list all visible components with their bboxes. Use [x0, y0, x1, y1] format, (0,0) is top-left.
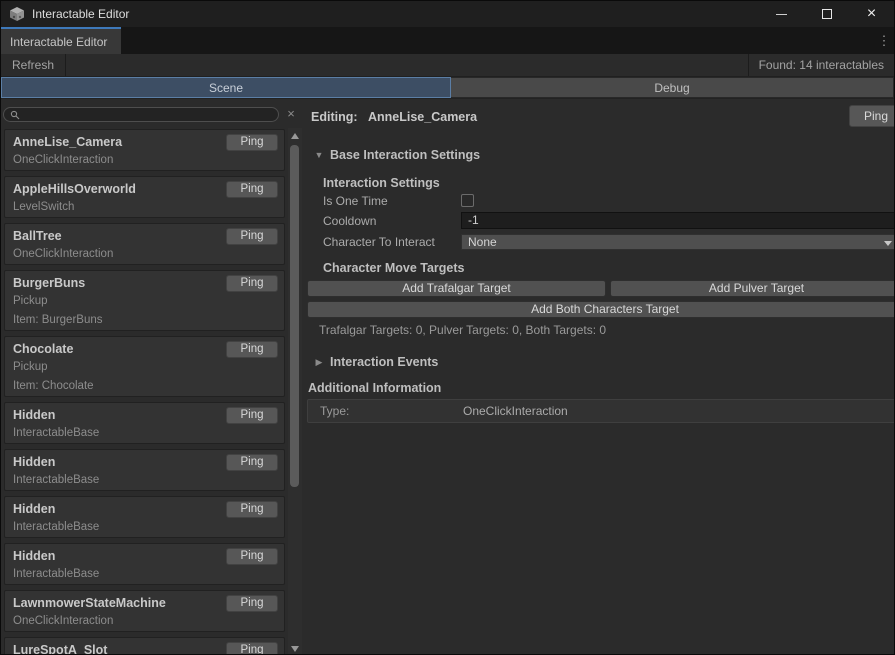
is-one-time-label: Is One Time — [323, 194, 388, 208]
cooldown-label: Cooldown — [323, 214, 376, 228]
list-item-ping-button[interactable]: Ping — [226, 228, 278, 245]
list-item-subtitle: InteractableBase — [13, 424, 276, 443]
targets-summary: Trafalgar Targets: 0, Pulver Targets: 0,… — [319, 323, 606, 337]
list-item-subtitle: OneClickInteraction — [13, 151, 276, 170]
list-item-ping-button[interactable]: Ping — [226, 501, 278, 518]
character-to-interact-label: Character To Interact — [323, 235, 435, 249]
cooldown-field[interactable]: -1 — [461, 212, 895, 229]
is-one-time-checkbox[interactable] — [461, 194, 474, 207]
list-item[interactable]: BallTree Ping OneClickInteraction — [4, 223, 285, 265]
editing-ping-button[interactable]: Ping — [849, 105, 895, 127]
close-button[interactable]: × — [849, 1, 894, 27]
window-controls: × — [759, 1, 894, 27]
foldout-open-icon: ▼ — [314, 150, 324, 160]
list-item-ping-button[interactable]: Ping — [226, 181, 278, 198]
add-trafalgar-target-button[interactable]: Add Trafalgar Target — [307, 280, 606, 297]
tab-label: Interactable Editor — [10, 35, 107, 49]
list-item-ping-button[interactable]: Ping — [226, 642, 278, 655]
maximize-icon — [822, 9, 832, 19]
interactable-list: AnneLise_Camera Ping OneClickInteraction… — [1, 128, 287, 655]
tab-menu-kebab-icon[interactable]: ⋮ — [877, 32, 891, 50]
editor-tab-strip: Interactable Editor ⋮ — [1, 27, 894, 54]
list-item[interactable]: LureSpotA_Slot Ping OneClickInteraction — [4, 637, 285, 655]
list-scrollbar[interactable] — [288, 128, 302, 655]
list-item-ping-button[interactable]: Ping — [226, 454, 278, 471]
scene-list-panel: × AnneLise_Camera Ping OneClickInteracti… — [1, 99, 303, 655]
list-item[interactable]: Hidden Ping InteractableBase — [4, 496, 285, 538]
editing-object-name: AnneLise_Camera — [368, 108, 477, 126]
list-item-subtitle: Item: Chocolate — [13, 377, 276, 396]
list-item-subtitle: Pickup — [13, 292, 276, 311]
type-value: OneClickInteraction — [463, 404, 568, 418]
minimize-icon — [776, 14, 787, 15]
found-count-label: Found: 14 interactables — [749, 54, 894, 76]
tab-debug[interactable]: Debug — [451, 77, 894, 98]
tab-interactable-editor[interactable]: Interactable Editor — [1, 27, 121, 54]
list-item-subtitle: Pickup — [13, 358, 276, 377]
window-title: Interactable Editor — [32, 7, 129, 21]
list-item[interactable]: Chocolate Ping PickupItem: Chocolate — [4, 336, 285, 397]
list-item[interactable]: LawnmowerStateMachine Ping OneClickInter… — [4, 590, 285, 632]
interaction-settings-header: Interaction Settings — [323, 176, 440, 190]
scrollbar-thumb[interactable] — [290, 145, 299, 487]
interaction-events-foldout[interactable]: ▶ Interaction Events — [314, 355, 438, 369]
toolbar: Refresh Found: 14 interactables — [1, 54, 894, 77]
app-cube-icon — [9, 6, 25, 22]
list-item-subtitle: OneClickInteraction — [13, 612, 276, 631]
character-move-targets-header: Character Move Targets — [323, 261, 465, 275]
list-item-subtitle: InteractableBase — [13, 565, 276, 584]
list-item-subtitle: OneClickInteraction — [13, 245, 276, 264]
type-info-box: Type: OneClickInteraction — [307, 399, 895, 423]
list-item[interactable]: AnneLise_Camera Ping OneClickInteraction — [4, 129, 285, 171]
search-input[interactable] — [20, 109, 278, 121]
list-item-subtitle: LevelSwitch — [13, 198, 276, 217]
list-item-subtitle: InteractableBase — [13, 471, 276, 490]
type-label: Type: — [320, 404, 349, 418]
scroll-up-icon[interactable] — [291, 133, 299, 139]
title-bar: Interactable Editor × — [1, 1, 894, 27]
list-item[interactable]: BurgerBuns Ping PickupItem: BurgerBuns — [4, 270, 285, 331]
search-icon — [10, 110, 20, 120]
list-item-subtitle: Item: BurgerBuns — [13, 311, 276, 330]
search-clear-icon[interactable]: × — [283, 106, 299, 122]
editing-panel: Editing: AnneLise_Camera Ping ▼ Base Int… — [303, 99, 895, 655]
list-item-ping-button[interactable]: Ping — [226, 341, 278, 358]
minimize-button[interactable] — [759, 1, 804, 27]
list-item[interactable]: Hidden Ping InteractableBase — [4, 449, 285, 491]
character-to-interact-dropdown[interactable]: None — [461, 234, 895, 250]
dropdown-value: None — [468, 235, 497, 249]
search-box[interactable] — [3, 107, 279, 122]
list-item[interactable]: AppleHillsOverworld Ping LevelSwitch — [4, 176, 285, 218]
scroll-down-icon[interactable] — [291, 646, 299, 652]
editing-label: Editing: — [311, 108, 358, 126]
list-item-ping-button[interactable]: Ping — [226, 407, 278, 424]
foldout-closed-icon: ▶ — [314, 357, 324, 368]
search-row: × — [1, 99, 303, 128]
body: × AnneLise_Camera Ping OneClickInteracti… — [1, 99, 894, 655]
base-interaction-foldout[interactable]: ▼ Base Interaction Settings — [314, 148, 480, 162]
additional-information-header: Additional Information — [308, 381, 441, 395]
chevron-down-icon — [884, 241, 892, 246]
list-item[interactable]: Hidden Ping InteractableBase — [4, 402, 285, 444]
toolbar-spacer — [66, 54, 748, 76]
list-item[interactable]: Hidden Ping InteractableBase — [4, 543, 285, 585]
interactable-editor-window: Interactable Editor × Interactable Edito… — [0, 0, 895, 655]
list-item-ping-button[interactable]: Ping — [226, 548, 278, 565]
list-item-ping-button[interactable]: Ping — [226, 595, 278, 612]
close-icon: × — [867, 6, 876, 22]
list-item-ping-button[interactable]: Ping — [226, 275, 278, 292]
view-tabs: Scene Debug — [1, 77, 894, 99]
maximize-button[interactable] — [804, 1, 849, 27]
add-pulver-target-button[interactable]: Add Pulver Target — [610, 280, 895, 297]
tab-scene[interactable]: Scene — [1, 77, 451, 98]
add-both-characters-target-button[interactable]: Add Both Characters Target — [307, 301, 895, 318]
list-item-subtitle: InteractableBase — [13, 518, 276, 537]
refresh-button[interactable]: Refresh — [1, 54, 65, 76]
scroll-down-wrap — [288, 646, 302, 652]
list-item-ping-button[interactable]: Ping — [226, 134, 278, 151]
